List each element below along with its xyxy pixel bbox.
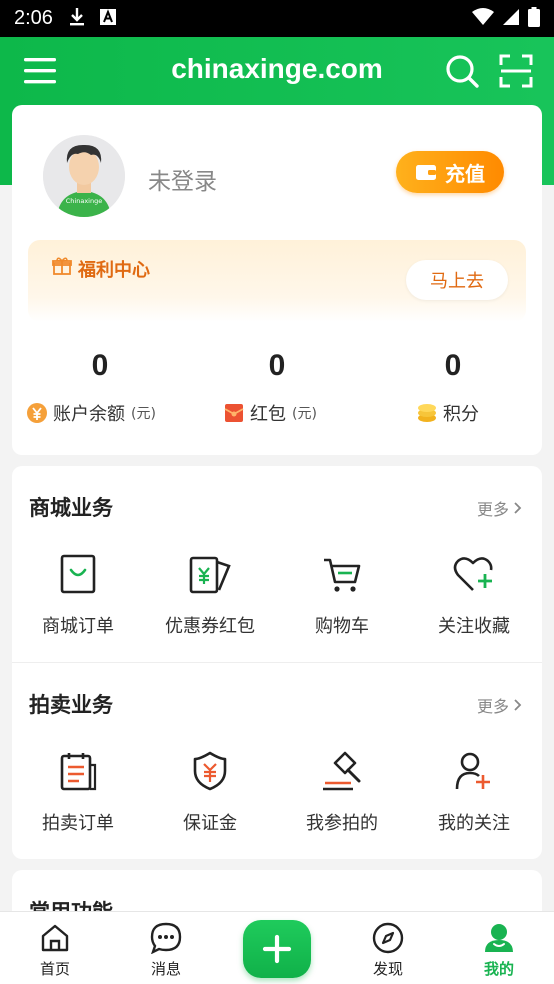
gift-icon (52, 256, 72, 280)
clipboard-icon (12, 749, 144, 793)
stat-points-label[interactable]: 积分 (417, 400, 479, 426)
chevron-right-icon (514, 699, 522, 711)
tab-mine[interactable]: 我的 (459, 922, 539, 979)
menu-icon (24, 58, 56, 84)
signal-icon (502, 8, 520, 30)
stat-balance-value: 0 (91, 349, 109, 382)
shield-yuan-icon (144, 749, 276, 793)
stat-redpacket-label[interactable]: 红包 (元) (224, 400, 317, 426)
stat-redpacket-value: 0 (268, 349, 286, 382)
heart-plus-icon (408, 552, 540, 596)
mall-favorites-item[interactable]: 关注收藏 (408, 552, 540, 638)
business-card: 商城业务 更多 商城订单 优惠券红包 购物车 关注收藏 拍卖业务 更多 拍卖订单… (12, 466, 542, 859)
recharge-label: 充值 (445, 161, 485, 186)
scan-icon (499, 54, 533, 88)
mall-section-title: 商城业务 (29, 496, 113, 520)
stat-redpacket[interactable]: 0 (189, 349, 365, 383)
tab-messages[interactable]: 消息 (126, 922, 206, 979)
tab-home[interactable]: 首页 (15, 922, 95, 979)
user-plus-icon (408, 749, 540, 793)
cart-icon (276, 552, 408, 596)
a-box-icon (99, 8, 117, 30)
battery-icon (528, 6, 540, 31)
avatar-badge-text: Chinaxinge (66, 197, 102, 205)
mall-more-link[interactable]: 更多 (477, 496, 522, 520)
coupon-icon (144, 552, 276, 596)
auction-orders-item[interactable]: 拍卖订单 (12, 749, 144, 835)
profile-card: Chinaxinge 未登录 充值 福利中心 马上去 0 账户余额 (元) 0 … (12, 105, 542, 455)
home-icon (15, 922, 95, 954)
recharge-button[interactable]: 充值 (396, 151, 504, 193)
status-time: 2:06 (14, 7, 53, 29)
auction-section-title: 拍卖业务 (29, 693, 113, 717)
mall-orders-item[interactable]: 商城订单 (12, 552, 144, 638)
search-icon (446, 55, 479, 88)
wallet-icon (416, 165, 436, 180)
stat-points[interactable]: 0 (365, 349, 541, 383)
chevron-right-icon (514, 502, 522, 514)
yuan-coin-icon (27, 403, 47, 423)
profile-icon (459, 922, 539, 954)
mall-coupons-item[interactable]: 优惠券红包 (144, 552, 276, 638)
auction-more-link[interactable]: 更多 (477, 693, 522, 717)
compass-icon (348, 922, 428, 954)
red-packet-icon (224, 404, 244, 422)
coins-stack-icon (418, 404, 436, 422)
avatar[interactable]: Chinaxinge (43, 135, 125, 217)
publish-button[interactable] (243, 920, 311, 978)
login-status-text[interactable]: 未登录 (148, 162, 217, 196)
welfare-title: 福利中心 (78, 260, 150, 281)
plus-icon (262, 934, 292, 964)
auction-deposit-item[interactable]: 保证金 (144, 749, 276, 835)
stat-balance[interactable]: 0 (12, 349, 188, 383)
tab-discover[interactable]: 发现 (348, 922, 428, 979)
gavel-icon (276, 749, 408, 793)
stat-balance-label[interactable]: 账户余额 (元) (27, 400, 156, 426)
app-bar: chinaxinge.com (0, 37, 554, 105)
bottom-tab-bar: 首页 消息 发现 我的 (0, 911, 554, 984)
search-button[interactable] (444, 53, 480, 89)
welfare-banner[interactable]: 福利中心 马上去 (28, 240, 526, 322)
status-bar: 2:06 (0, 0, 554, 37)
menu-button[interactable] (22, 55, 58, 87)
auction-participated-item[interactable]: 我参拍的 (276, 749, 408, 835)
welfare-go-button[interactable]: 马上去 (406, 260, 508, 300)
wifi-icon (472, 7, 494, 30)
download-icon (69, 7, 85, 31)
section-divider (12, 662, 542, 663)
mall-cart-item[interactable]: 购物车 (276, 552, 408, 638)
auction-following-item[interactable]: 我的关注 (408, 749, 540, 835)
stat-points-value: 0 (444, 349, 462, 382)
scan-button[interactable] (498, 53, 534, 89)
message-icon (126, 922, 206, 954)
bag-icon (12, 552, 144, 596)
